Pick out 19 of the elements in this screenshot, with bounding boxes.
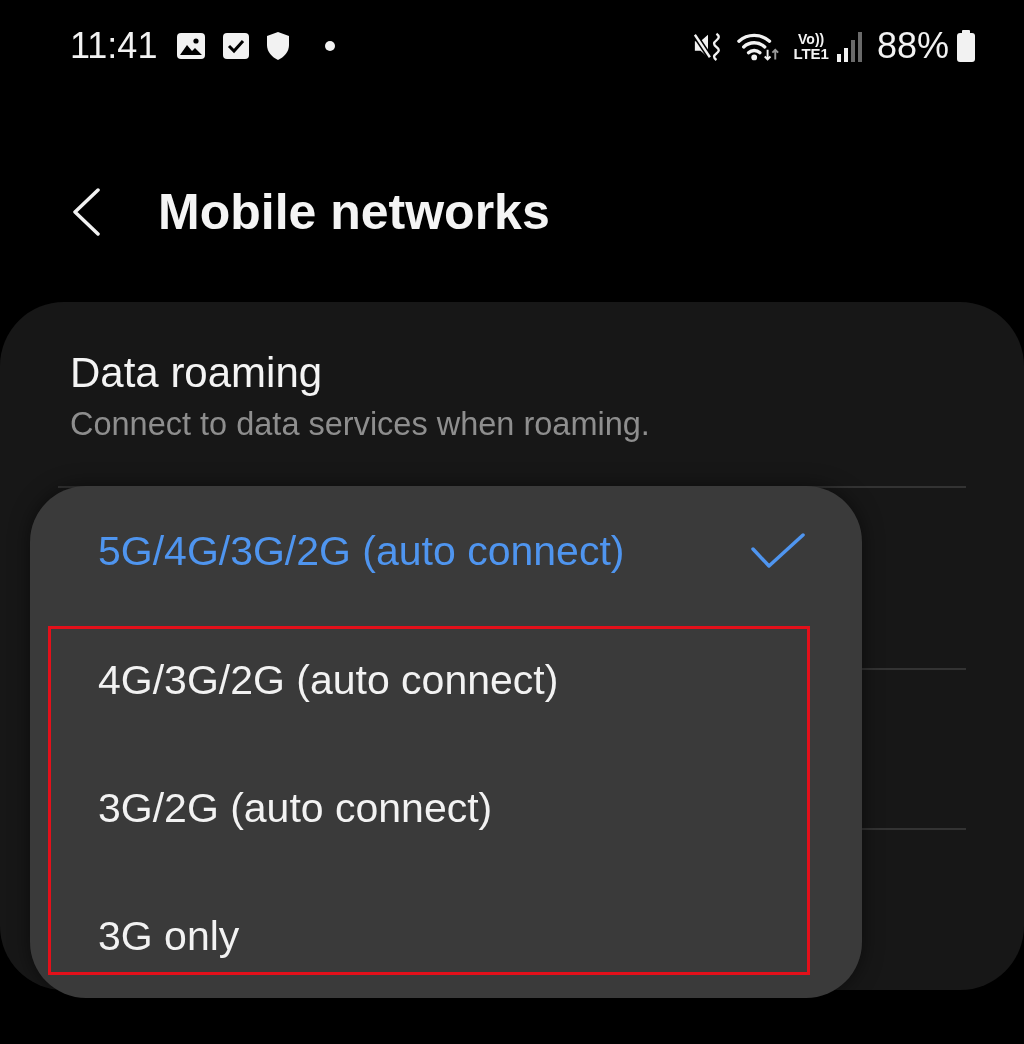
page-title: Mobile networks: [158, 183, 550, 241]
menu-option[interactable]: 4G/3G/2G (auto connect): [51, 644, 807, 716]
volte-label: Vo)): [798, 31, 825, 46]
shield-icon: [267, 32, 290, 60]
menu-option[interactable]: 3G only: [51, 900, 807, 972]
menu-option[interactable]: 5G/4G/3G/2G (auto connect): [30, 486, 862, 616]
battery-percent: 88%: [876, 25, 949, 67]
menu-option[interactable]: 3G/2G (auto connect): [51, 772, 807, 844]
checkbox-icon: [223, 33, 250, 59]
chevron-left-icon: [72, 188, 100, 236]
image-icon: [177, 33, 206, 59]
setting-title: Data roaming: [70, 348, 324, 398]
clock-time: 11:41: [70, 25, 158, 67]
back-button[interactable]: [72, 188, 100, 236]
signal-icon: [836, 30, 863, 62]
battery-icon: [957, 30, 975, 62]
checkmark-icon: [751, 533, 805, 569]
dot-icon: [325, 41, 336, 51]
setting-description: Connect to data services when roaming.: [70, 405, 651, 444]
